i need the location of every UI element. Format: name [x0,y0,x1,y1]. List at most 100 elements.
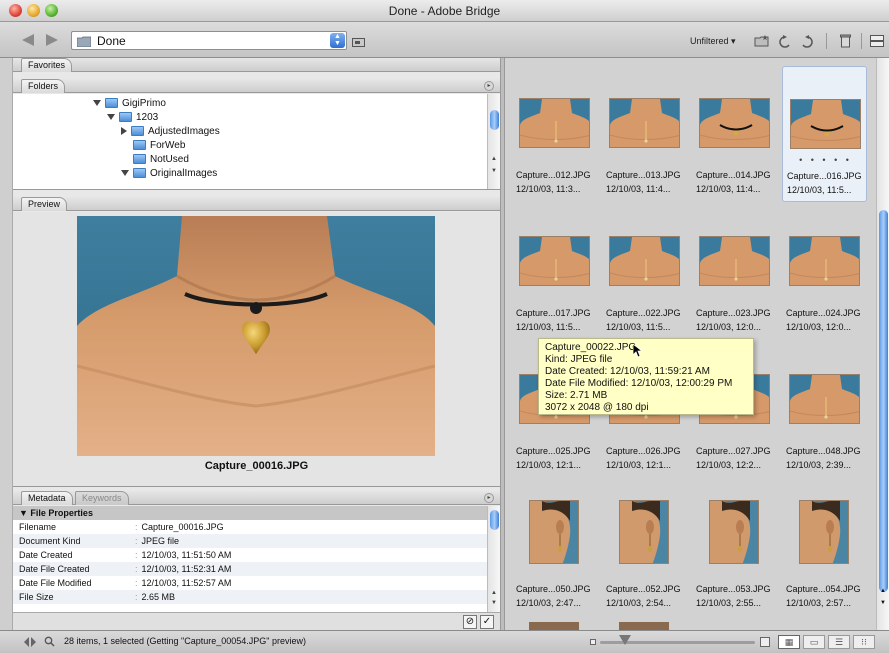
search-icon[interactable] [44,636,55,647]
forward-arrow-icon[interactable] [46,34,58,46]
scroll-thumb[interactable] [879,210,888,592]
rotate-right-icon[interactable] [800,35,813,48]
preview-image [77,216,435,456]
versions-view-button[interactable]: ⁝⁝ [853,635,875,649]
thumbnail-filename: Capture...024.JPG [786,308,861,318]
folder-tree-item[interactable]: ForWeb [121,139,185,153]
file-properties-header[interactable]: ▼ File Properties [13,506,487,520]
thumbnail-cell[interactable]: Capture...013.JPG 12/10/03, 11:4... [602,66,687,202]
metadata-key: Date File Modified [19,578,92,588]
scroll-thumb[interactable] [490,510,499,530]
thumbnail-filename: Capture...054.JPG [786,584,861,594]
thumbnail-image [609,98,680,148]
compact-mode-icon[interactable] [870,35,884,47]
details-view-button[interactable]: ☰ [828,635,850,649]
thumbnail-image [609,236,680,286]
thumbnail-cell[interactable]: • • • • • Capture...016.JPG 12/10/03, 11:5… [782,66,867,202]
thumbnail-cell[interactable]: Capture...048.JPG 12/10/03, 2:39... [782,342,867,478]
thumbnail-image [799,500,849,564]
thumbnail-image [619,500,669,564]
folders-panel: GigiPrimo 1203 AdjustedImages ForWeb NotUsed… [13,94,500,190]
scroll-thumb[interactable] [490,110,499,130]
slider-knob[interactable] [619,635,631,645]
thumbnail-cell[interactable]: Capture...023.JPG 12/10/03, 12:0... [692,204,777,340]
thumbnail-date: 12/10/03, 2:57... [786,598,852,608]
necklace-photo [77,216,435,456]
scroll-up-arrow-icon[interactable]: ▲ [491,590,497,596]
disclosure-open-icon[interactable] [121,170,129,177]
tooltip-line: 3072 x 2048 @ 180 dpi [545,402,649,413]
metadata-key: File Size [19,592,54,602]
thumbnail-date: 12/10/03, 12:1... [516,460,582,470]
cancel-edit-icon[interactable]: ⊘ [463,615,477,629]
small-thumbnail-icon[interactable] [590,639,596,645]
folder-tree-item[interactable]: GigiPrimo [93,97,166,111]
folder-tree-item[interactable]: 1203 [107,111,158,125]
scroll-down-arrow-icon[interactable]: ▼ [491,168,497,174]
metadata-value: 12/10/03, 11:52:31 AM [135,562,232,576]
thumbnail-filename: Capture...027.JPG [696,446,771,456]
thumbnail-cell[interactable]: Capture...050.JPG 12/10/03, 2:47... [512,480,597,616]
disclosure-open-icon[interactable] [107,114,115,121]
scroll-down-arrow-icon[interactable]: ▼ [491,600,497,606]
tab-preview[interactable]: Preview [21,197,68,211]
tab-keywords[interactable]: Keywords [75,491,129,505]
scroll-down-arrow-icon[interactable]: ▼ [880,600,886,606]
metadata-scrollbar[interactable]: ▲ ▼ [487,506,500,612]
tooltip-line: Date Created: 12/10/03, 11:59:21 AM [545,366,710,377]
thumbnail-image [699,236,770,286]
status-bar: 28 items, 1 selected (Getting "Capture_0… [0,630,889,653]
new-folder-icon[interactable] [754,35,769,47]
thumbnail-filename: Capture...023.JPG [696,308,771,318]
thumbnail-cell[interactable]: Capture...012.JPG 12/10/03, 11:3... [512,66,597,202]
large-thumbnail-icon[interactable] [760,637,770,647]
folder-label: GigiPrimo [122,98,166,109]
metadata-value: 2.65 MB [135,590,176,604]
thumbnail-cell[interactable]: Capture...052.JPG 12/10/03, 2:54... [602,480,687,616]
path-popup[interactable]: Done ▲ ▼ [71,31,347,50]
thumbnail-filename: Capture...012.JPG [516,170,591,180]
folder-tree-item[interactable]: NotUsed [121,153,189,167]
rating-dots-icon[interactable]: • • • • • [783,155,868,165]
tab-metadata[interactable]: Metadata [21,491,73,505]
rotate-left-icon[interactable] [779,35,792,48]
tooltip-line: Kind: JPEG file [545,354,613,365]
toolbar: Done ▲ ▼ Unfiltered ▾ [0,22,889,58]
scroll-up-arrow-icon[interactable]: ▲ [880,588,886,594]
thumbnail-cell[interactable]: Capture...024.JPG 12/10/03, 12:0... [782,204,867,340]
content-scrollbar[interactable]: ▲ ▼ [876,58,889,630]
filter-menu[interactable]: Unfiltered ▾ [690,36,736,47]
folder-tree-item[interactable]: OriginalImages [121,167,217,181]
folders-scrollbar[interactable]: ▲ ▼ [487,94,500,189]
tab-favorites[interactable]: Favorites [21,58,73,72]
thumbnail-date: 12/10/03, 11:5... [606,322,671,332]
folder-up-icon[interactable] [352,37,365,47]
apply-edit-icon[interactable]: ✓ [480,615,494,629]
folder-label: AdjustedImages [148,126,220,137]
filter-label: Unfiltered [690,36,729,46]
thumbnail-date: 12/10/03, 11:4... [696,184,761,194]
metadata-tab-strip: Metadata Keywords ▸ [13,491,500,505]
thumbnail-date: 12/10/03, 12:0... [696,322,762,332]
disclosure-closed-icon[interactable] [121,127,127,136]
disclosure-open-icon[interactable] [93,100,101,107]
folder-label: OriginalImages [150,168,218,179]
thumbnail-cell[interactable]: Capture...017.JPG 12/10/03, 11:5... [512,204,597,340]
folder-tree-item[interactable]: AdjustedImages [121,125,220,139]
trash-icon[interactable] [840,34,851,48]
thumbnail-image [789,374,860,424]
thumbnails-view-button[interactable]: ▦ [778,635,800,649]
tooltip-line: Date File Modified: 12/10/03, 12:00:29 P… [545,378,733,389]
thumbnail-cell[interactable]: Capture...053.JPG 12/10/03, 2:55... [692,480,777,616]
toggle-panels-icon[interactable] [24,637,36,647]
filmstrip-view-button[interactable]: ▭ [803,635,825,649]
thumbnail-cell[interactable]: Capture...014.JPG 12/10/03, 11:4... [692,66,777,202]
back-arrow-icon[interactable] [22,34,34,46]
panel-menu-icon[interactable]: ▸ [484,81,494,91]
path-popup-arrows-icon[interactable]: ▲ ▼ [330,33,345,48]
tab-folders[interactable]: Folders [21,79,66,93]
thumbnail-cell[interactable]: Capture...022.JPG 12/10/03, 11:5... [602,204,687,340]
scroll-up-arrow-icon[interactable]: ▲ [491,156,497,162]
thumbnail-cell[interactable]: Capture...054.JPG 12/10/03, 2:57... [782,480,867,616]
panel-menu-icon[interactable]: ▸ [484,493,494,503]
